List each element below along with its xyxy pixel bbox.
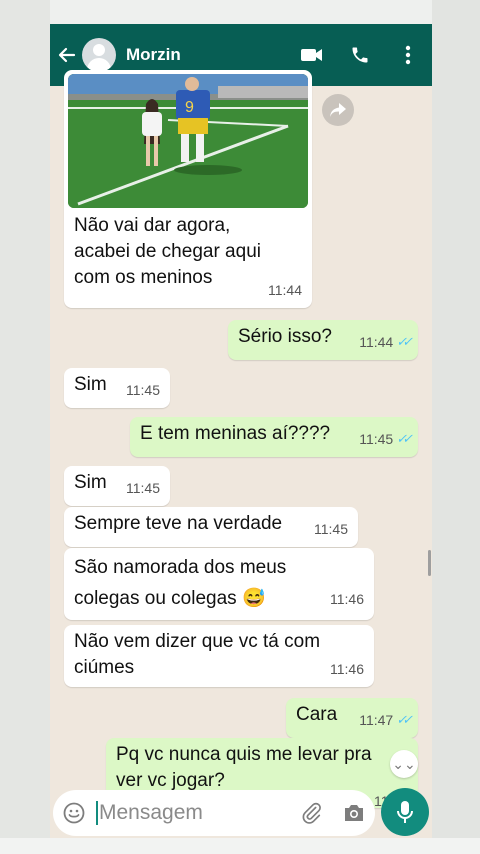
message-time: 11:45 [126,382,160,398]
screen-right-margin [432,0,480,854]
message-text: E tem meninas aí???? [140,423,331,444]
video-call-icon [301,49,322,61]
scroll-to-bottom-button[interactable]: ⌄⌄ [390,750,418,778]
message-line-1: São namorada dos meus [74,557,287,578]
message-text: Sim [74,472,107,493]
grinning-sweat-emoji: 😅 [241,588,266,609]
avatar-head-shape [93,44,105,56]
incoming-message[interactable]: Sim 11:45 [64,368,170,408]
caption-line-1: Não vai dar agora, [74,215,231,236]
message-input[interactable]: Mensagem [99,801,291,825]
message-list[interactable]: 9 Não vai dar agora, acabei de chegar aq… [50,70,432,808]
incoming-message[interactable]: Não vem dizer que vc tá com ciúmes 11:46 [64,625,374,687]
screen-top-margin [0,0,480,24]
message-text: Sério isso? [238,326,332,347]
caption-line-2: acabei de chegar aqui [74,241,261,262]
message-time: 11:46 [330,591,364,607]
message-text: Sim [74,374,107,395]
incoming-photo-message[interactable]: 9 Não vai dar agora, acabei de chegar aq… [64,70,312,308]
message-time: 11:47 ✓✓ [359,707,413,733]
screen-bottom-margin [0,838,480,854]
contact-name[interactable]: Morzin [126,45,288,65]
message-line-1: Pq vc nunca quis me levar pra [116,744,372,765]
message-composer[interactable]: Mensagem [53,790,375,836]
share-icon [330,103,346,117]
double-check-icon: ✓✓ [396,334,413,349]
whatsapp-chat-screen: Morzin 9 Não vai dar agora, acabei de ch… [50,24,432,838]
message-time: 11:45 [314,521,348,537]
more-options-button[interactable] [384,24,432,86]
phone-icon [352,47,368,63]
emoji-icon [63,802,85,824]
double-check-icon: ✓✓ [396,431,413,446]
scroll-down-icon: ⌄⌄ [392,755,416,772]
more-options-icon [405,45,411,65]
attach-button[interactable] [291,790,333,836]
message-text: Cara [296,704,338,725]
outgoing-message[interactable]: Cara 11:47 ✓✓ [286,698,418,738]
message-line-2: ciúmes [74,657,135,678]
camera-button[interactable] [333,790,375,836]
avatar[interactable] [82,38,116,72]
screen-left-margin [0,0,50,854]
football-field-photo: 9 [68,74,308,208]
message-time: 11:44 ✓✓ [359,329,413,355]
emoji-button[interactable] [53,790,95,836]
incoming-message[interactable]: São namorada dos meus colegas ou colegas… [64,548,374,620]
double-check-icon: ✓✓ [396,712,413,727]
message-line-1: Não vem dizer que vc tá com [74,631,321,652]
message-text: Sempre teve na verdade [74,513,283,534]
text-cursor [96,801,98,825]
back-arrow-icon [58,47,76,63]
share-button[interactable] [322,94,354,126]
voice-message-button[interactable] [381,788,429,836]
camera-icon [345,805,363,821]
scrollbar-thumb[interactable] [428,550,431,576]
message-time: 11:46 [330,661,364,677]
outgoing-message[interactable]: E tem meninas aí???? 11:45 ✓✓ [130,417,418,457]
message-time: 11:45 [126,480,160,496]
attach-icon [302,802,321,824]
message-time: 11:44 [268,282,302,298]
voice-call-button[interactable] [336,24,384,86]
photo-caption: Não vai dar agora, acabei de chegar aqui… [74,213,261,291]
mic-icon [397,801,413,823]
message-time: 11:45 ✓✓ [359,426,413,452]
caption-line-3: com os meninos [74,267,213,288]
message-line-2: colegas ou colegas 😅 [74,588,266,609]
incoming-message[interactable]: Sempre teve na verdade 11:45 [64,507,358,547]
incoming-message[interactable]: Sim 11:45 [64,466,170,506]
outgoing-message[interactable]: Sério isso? 11:44 ✓✓ [228,320,418,360]
message-photo[interactable]: 9 [68,74,308,208]
jersey-number: 9 [185,99,194,116]
